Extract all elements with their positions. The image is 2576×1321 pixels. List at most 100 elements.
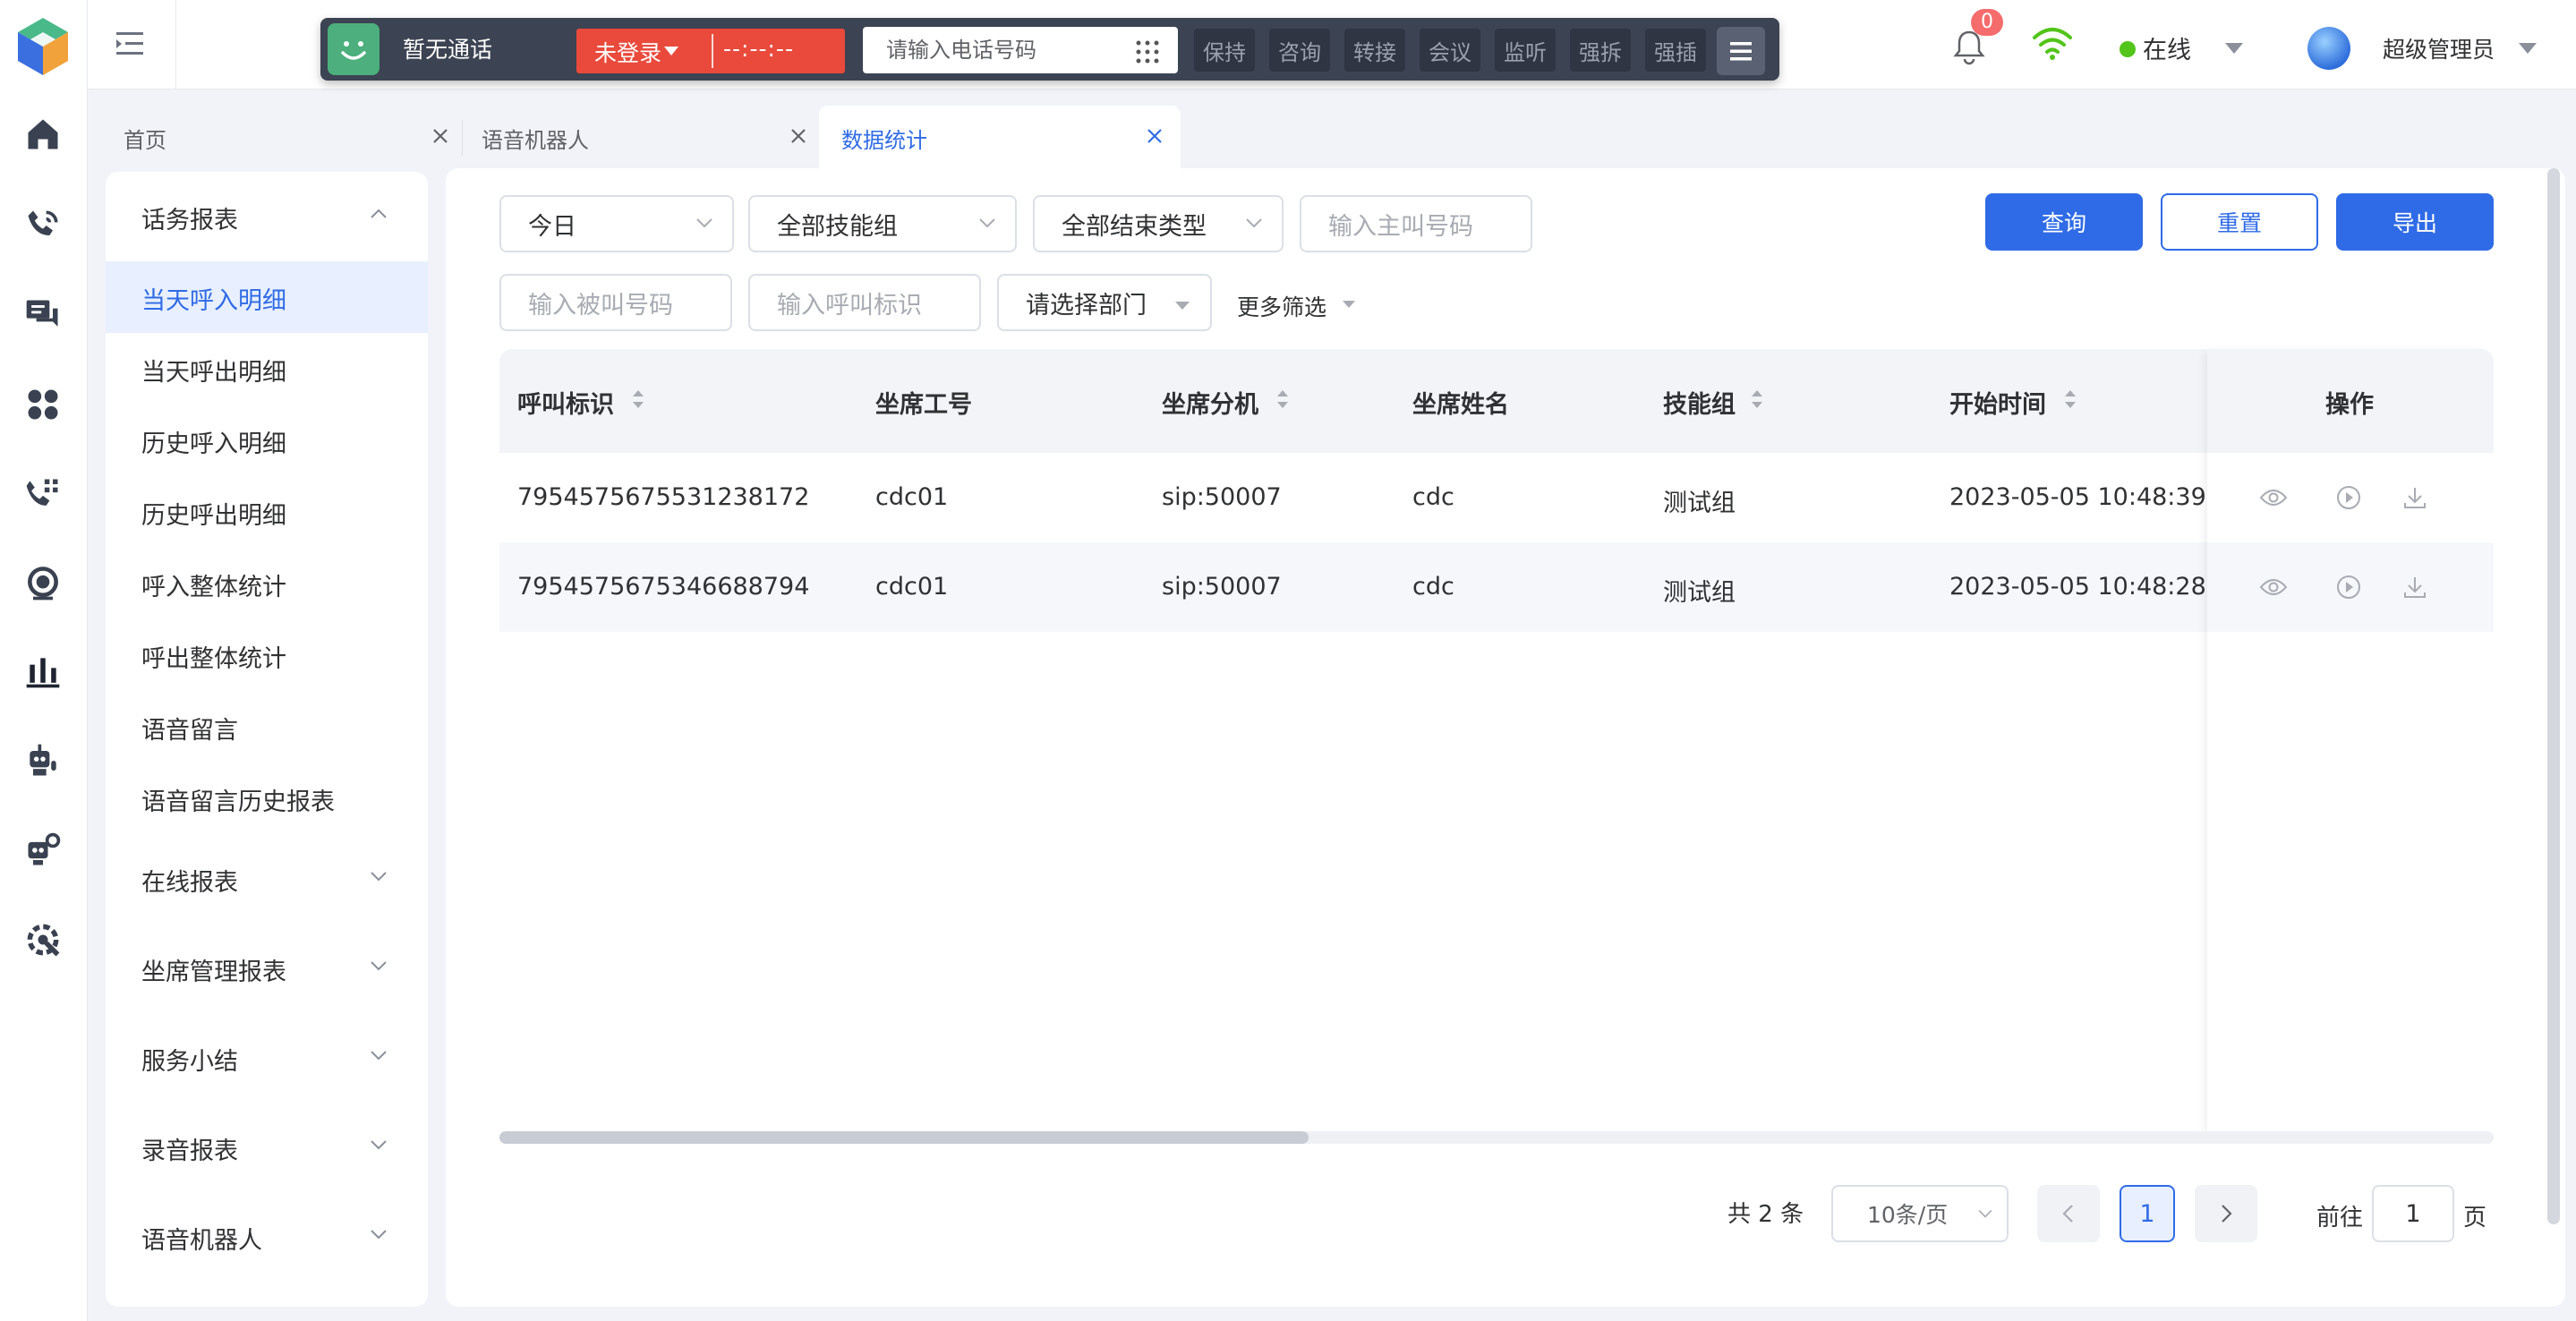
bar-chart-icon[interactable] — [20, 648, 66, 695]
presence-caret-icon[interactable] — [2223, 41, 2245, 55]
horizontal-scrollbar-thumb[interactable] — [499, 1131, 1309, 1144]
chevron-down-icon — [979, 218, 995, 228]
next-page-button[interactable] — [2195, 1185, 2257, 1242]
record-icon[interactable] — [20, 560, 66, 607]
chevron-down-icon[interactable] — [369, 1138, 388, 1151]
download-icon[interactable] — [2401, 573, 2429, 601]
phonebar-menu-icon[interactable] — [1717, 27, 1765, 75]
online-status-dot — [2120, 41, 2136, 57]
nav-group-agent-reports[interactable]: 坐席管理报表 — [141, 952, 286, 987]
robot-voice-icon[interactable] — [20, 737, 66, 784]
column-header-call-id[interactable]: 呼叫标识 — [517, 385, 614, 420]
monitor-button[interactable]: 监听 — [1495, 29, 1556, 72]
nav-item-history-inbound[interactable]: 历史呼入明细 — [141, 424, 286, 459]
consult-button[interactable]: 咨询 — [1269, 29, 1330, 72]
collapse-menu-icon[interactable] — [115, 30, 147, 57]
page-size-select[interactable]: 10条/页 — [1831, 1185, 2009, 1242]
cell-call-id: 7954575675531238172 — [517, 483, 810, 511]
home-icon[interactable] — [20, 111, 66, 158]
nav-item-outbound-stats[interactable]: 呼出整体统计 — [141, 639, 286, 674]
export-button[interactable]: 导出 — [2336, 193, 2494, 251]
prev-page-button[interactable] — [2037, 1185, 2100, 1242]
callee-number-input[interactable]: 输入被叫号码 — [499, 274, 732, 331]
query-button[interactable]: 查询 — [1985, 193, 2143, 251]
call-id-input[interactable]: 输入呼叫标识 — [748, 274, 981, 331]
chevron-down-icon — [696, 218, 712, 228]
goto-page-input[interactable]: 1 — [2372, 1185, 2454, 1242]
download-icon[interactable] — [2401, 483, 2429, 512]
chat-icon[interactable] — [20, 292, 66, 338]
chevron-down-icon[interactable] — [369, 870, 388, 882]
conference-button[interactable]: 会议 — [1420, 29, 1480, 72]
tab-close-icon[interactable] — [788, 125, 809, 147]
cell-extension: sip:50007 — [1162, 573, 1282, 601]
caret-down-icon[interactable] — [1341, 299, 1357, 310]
nav-item-inbound-stats[interactable]: 呼入整体统计 — [141, 567, 286, 602]
play-icon[interactable] — [2334, 483, 2363, 512]
department-value: 请选择部门 — [1026, 291, 1147, 320]
phone-call-icon[interactable] — [20, 202, 66, 249]
tab-close-icon[interactable] — [430, 125, 451, 147]
tab-voice-robot[interactable]: 语音机器人 — [482, 123, 589, 154]
chevron-down-icon[interactable] — [369, 1228, 388, 1240]
tab-close-icon[interactable] — [1144, 125, 1165, 147]
header-divider — [175, 0, 176, 89]
nav-group-voice-robot[interactable]: 语音机器人 — [141, 1221, 262, 1256]
vertical-scrollbar[interactable] — [2547, 168, 2560, 1224]
transfer-button[interactable]: 转接 — [1344, 29, 1405, 72]
page-size-value: 10条/页 — [1867, 1202, 1949, 1228]
sort-icon[interactable] — [2062, 387, 2078, 412]
column-header-skill-group[interactable]: 技能组 — [1663, 385, 1736, 420]
cell-skill-group: 测试组 — [1663, 579, 1736, 607]
presence-status[interactable]: 在线 — [2143, 30, 2191, 65]
nav-item-voicemail[interactable]: 语音留言 — [141, 711, 238, 746]
nav-group-call-reports[interactable]: 话务报表 — [141, 200, 238, 235]
skill-group-select[interactable]: 全部技能组 — [748, 195, 1017, 252]
agent-status-smile-icon[interactable] — [328, 23, 380, 75]
phone-number-input[interactable] — [863, 27, 1178, 73]
force-release-button[interactable]: 强拆 — [1570, 29, 1631, 72]
user-name[interactable]: 超级管理员 — [2383, 32, 2495, 64]
nav-group-service-summary[interactable]: 服务小结 — [141, 1042, 238, 1077]
nav-item-voicemail-history[interactable]: 语音留言历史报表 — [141, 782, 335, 817]
chevron-down-icon[interactable] — [369, 1049, 388, 1061]
column-header-extension[interactable]: 坐席分机 — [1162, 385, 1258, 420]
nav-item-today-outbound[interactable]: 当天呼出明细 — [141, 353, 286, 388]
date-range-value: 今日 — [528, 212, 576, 241]
user-caret-icon[interactable] — [2517, 41, 2538, 55]
date-range-select[interactable]: 今日 — [499, 195, 734, 252]
department-select[interactable]: 请选择部门 — [997, 274, 1212, 331]
reset-button[interactable]: 重置 — [2161, 193, 2318, 251]
chevron-down-icon[interactable] — [369, 959, 388, 972]
tab-home[interactable]: 首页 — [124, 123, 166, 154]
more-filters-toggle[interactable]: 更多筛选 — [1237, 290, 1326, 322]
dialpad-phone-icon[interactable] — [20, 471, 66, 517]
sort-icon[interactable] — [1749, 387, 1765, 412]
tab-data-statistics[interactable]: 数据统计 — [841, 123, 927, 154]
end-type-select[interactable]: 全部结束类型 — [1033, 195, 1284, 252]
sort-icon[interactable] — [1275, 387, 1291, 412]
view-eye-icon[interactable] — [2259, 483, 2288, 512]
apps-icon[interactable] — [20, 381, 66, 428]
nav-item-history-outbound[interactable]: 历史呼出明细 — [141, 496, 286, 531]
logo-icon — [18, 18, 68, 75]
end-type-value: 全部结束类型 — [1062, 212, 1207, 241]
caller-number-input[interactable]: 输入主叫号码 — [1300, 195, 1532, 252]
avatar[interactable] — [2307, 27, 2350, 70]
play-icon[interactable] — [2334, 573, 2363, 601]
hold-button[interactable]: 保持 — [1194, 29, 1255, 72]
cell-skill-group: 测试组 — [1663, 490, 1736, 517]
nav-group-online-reports[interactable]: 在线报表 — [141, 863, 238, 898]
nav-group-recording-reports[interactable]: 录音报表 — [141, 1131, 238, 1166]
chevron-up-icon[interactable] — [369, 208, 388, 220]
dialpad-icon[interactable] — [1135, 39, 1160, 64]
column-header-start-time[interactable]: 开始时间 — [1949, 385, 2046, 420]
sort-icon[interactable] — [630, 387, 646, 412]
page-number-current[interactable]: 1 — [2120, 1185, 2175, 1242]
view-eye-icon[interactable] — [2259, 573, 2288, 601]
tools-icon[interactable] — [20, 916, 66, 963]
barge-in-button[interactable]: 强插 — [1645, 29, 1706, 72]
cell-extension: sip:50007 — [1162, 483, 1282, 511]
nav-item-today-inbound[interactable]: 当天呼入明细 — [141, 281, 286, 316]
robot-settings-icon[interactable] — [20, 827, 66, 874]
